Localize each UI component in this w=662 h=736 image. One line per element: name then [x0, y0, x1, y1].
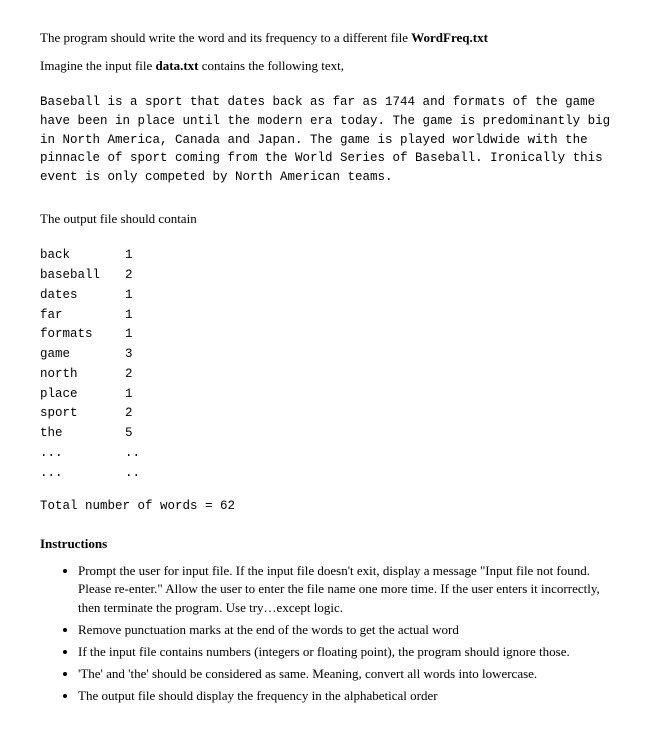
table-row: formats1 — [40, 325, 148, 345]
table-row: place1 — [40, 385, 148, 405]
list-item: The output file should display the frequ… — [78, 687, 622, 706]
count-cell: 2 — [125, 266, 148, 286]
word-cell: far — [40, 306, 125, 326]
table-row: game3 — [40, 345, 148, 365]
count-cell: .. — [125, 464, 148, 484]
list-item: Prompt the user for input file. If the i… — [78, 562, 622, 619]
wordfreq-filename: WordFreq.txt — [411, 30, 488, 45]
list-item: If the input file contains numbers (inte… — [78, 643, 622, 662]
input-text-block: Baseball is a sport that dates back as f… — [40, 93, 622, 187]
table-row: far1 — [40, 306, 148, 326]
list-item: 'The' and 'the' should be considered as … — [78, 665, 622, 684]
word-frequency-table: back1baseball2dates1far1formats1game3nor… — [40, 246, 148, 483]
table-row: baseball2 — [40, 266, 148, 286]
data-filename: data.txt — [156, 58, 199, 73]
intro-line-2a: Imagine the input file — [40, 58, 156, 73]
list-item: Remove punctuation marks at the end of t… — [78, 621, 622, 640]
word-cell: sport — [40, 404, 125, 424]
word-cell: game — [40, 345, 125, 365]
output-intro: The output file should contain — [40, 209, 622, 229]
word-cell: the — [40, 424, 125, 444]
count-cell: .. — [125, 444, 148, 464]
word-cell: dates — [40, 286, 125, 306]
intro-line-1a: The program should write the word and it… — [40, 30, 411, 45]
count-cell: 1 — [125, 246, 148, 266]
total-words-line: Total number of words = 62 — [40, 497, 622, 516]
count-cell: 2 — [125, 404, 148, 424]
table-row: the5 — [40, 424, 148, 444]
table-row: ..... — [40, 464, 148, 484]
count-cell: 5 — [125, 424, 148, 444]
instructions-list: Prompt the user for input file. If the i… — [40, 562, 622, 706]
table-row: north2 — [40, 365, 148, 385]
count-cell: 1 — [125, 325, 148, 345]
word-cell: baseball — [40, 266, 125, 286]
instructions-heading: Instructions — [40, 534, 622, 554]
intro-line-1: The program should write the word and it… — [40, 28, 622, 48]
word-cell: place — [40, 385, 125, 405]
table-row: dates1 — [40, 286, 148, 306]
intro-line-2: Imagine the input file data.txt contains… — [40, 56, 622, 76]
count-cell: 1 — [125, 286, 148, 306]
word-cell: formats — [40, 325, 125, 345]
table-row: ..... — [40, 444, 148, 464]
word-cell: north — [40, 365, 125, 385]
count-cell: 3 — [125, 345, 148, 365]
count-cell: 1 — [125, 385, 148, 405]
table-row: back1 — [40, 246, 148, 266]
word-cell: ... — [40, 444, 125, 464]
count-cell: 2 — [125, 365, 148, 385]
intro-line-2b: contains the following text, — [199, 58, 345, 73]
table-row: sport2 — [40, 404, 148, 424]
count-cell: 1 — [125, 306, 148, 326]
word-cell: back — [40, 246, 125, 266]
word-cell: ... — [40, 464, 125, 484]
